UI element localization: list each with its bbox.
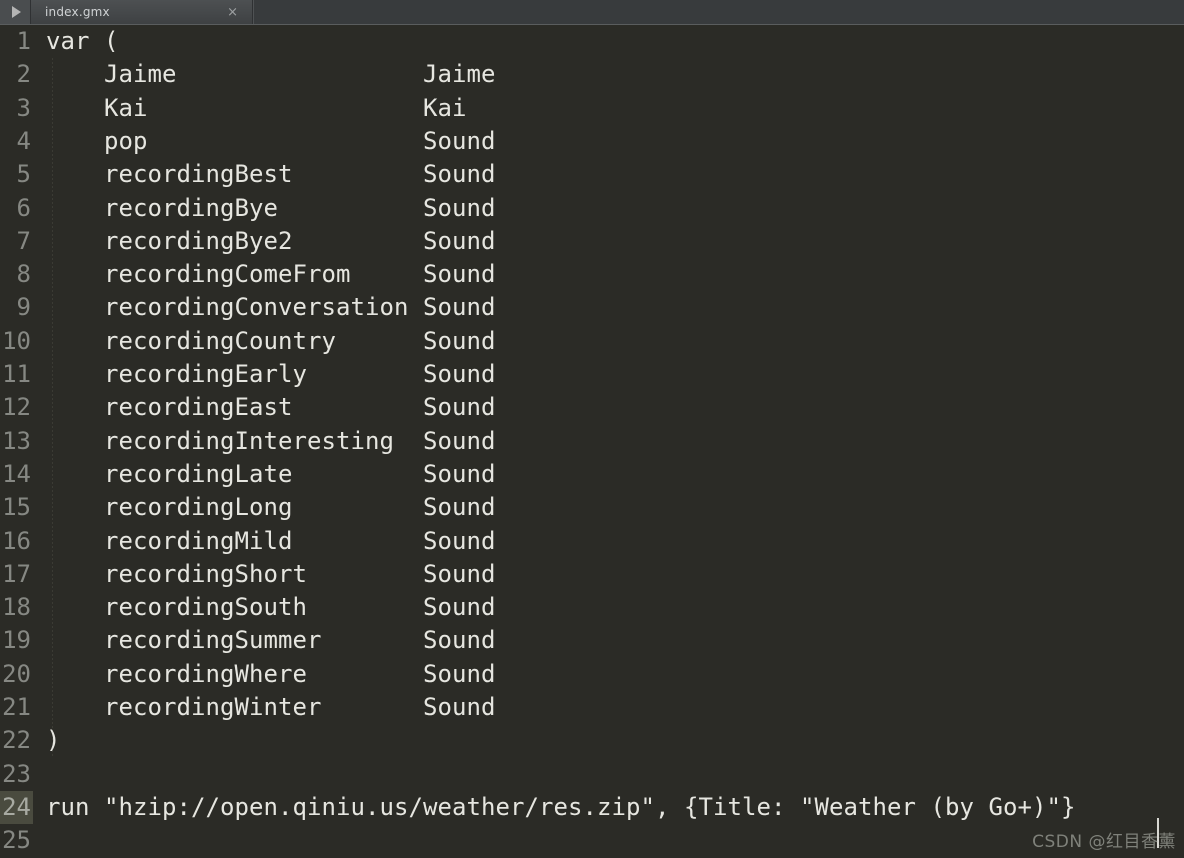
line-number: 3 [16,93,31,122]
tab-index-gmx[interactable]: index.gmx × [31,0,253,24]
code-editor[interactable]: 1 var (2 Jaime Jaime 3 Kai Kai 4 pop Sound 5… [0,25,1184,858]
line-number: 15 [2,493,31,522]
code-text: ) [46,726,61,755]
code-text: Kai Kai [46,93,467,122]
code-text: recordingInteresting Sound [46,426,496,455]
code-line[interactable]: 12 recordingEast Sound [0,391,1184,424]
code-text: recordingCountry Sound [46,326,496,355]
code-text: recordingLong Sound [46,493,496,522]
code-line[interactable]: 18 recordingSouth Sound [0,591,1184,624]
code-line[interactable]: 4 pop Sound [0,125,1184,158]
code-line[interactable]: 22) [0,724,1184,757]
line-number: 8 [16,260,31,289]
line-number: 17 [2,559,31,588]
code-line[interactable]: 23 [0,758,1184,791]
code-text: recordingComeFrom Sound [46,260,496,289]
line-number: 19 [2,626,31,655]
code-text: recordingWhere Sound [46,659,496,688]
code-text: pop Sound [46,126,496,155]
line-number: 16 [2,526,31,555]
line-number: 10 [2,326,31,355]
line-number: 21 [2,693,31,721]
line-number: 11 [2,360,31,388]
code-text: recordingSummer Sound [46,626,496,655]
line-number: 14 [2,459,31,488]
line-number: 1 [16,27,31,55]
line-number: 22 [2,726,31,755]
code-text: recordingShort Sound [46,559,496,588]
play-triangle-icon [11,6,21,18]
code-text: var ( [46,27,119,55]
code-line[interactable]: 21 recordingWinter Sound [0,691,1184,724]
line-number: 2 [16,60,31,89]
tab-label: index.gmx [45,5,110,19]
code-line[interactable]: 3 Kai Kai [0,92,1184,125]
code-line[interactable]: 17 recordingShort Sound [0,558,1184,591]
line-number: 13 [2,426,31,455]
line-number: 18 [2,593,31,622]
line-number: 23 [2,759,31,788]
code-text: recordingEast Sound [46,393,496,422]
code-text: recordingSouth Sound [46,593,496,622]
code-text: recordingBye2 Sound [46,226,496,255]
line-number: 7 [16,226,31,255]
code-line[interactable]: 8 recordingComeFrom Sound [0,258,1184,291]
tab-bar-empty-area [253,0,1184,24]
code-text: Jaime Jaime [46,60,496,89]
code-text: recordingWinter Sound [46,693,496,721]
code-line[interactable]: 11 recordingEarly Sound [0,358,1184,391]
code-line[interactable]: 19 recordingSummer Sound [0,624,1184,657]
line-number: 12 [2,393,31,422]
editor-window: index.gmx × 1 var (2 Jaime Jaime 3 Kai Kai… [0,0,1184,858]
code-line[interactable]: 13 recordingInteresting Sound [0,425,1184,458]
line-number: 25 [2,826,31,855]
code-line[interactable]: 1 var ( [0,25,1184,58]
line-number: 9 [16,293,31,322]
code-line[interactable]: 5 recordingBest Sound [0,158,1184,191]
code-text: recordingMild Sound [46,526,496,555]
line-number: 4 [16,126,31,155]
text-caret [1157,818,1159,848]
code-text: recordingEarly Sound [46,360,496,388]
tab-bar: index.gmx × [0,0,1184,25]
code-text: recordingBest Sound [46,160,496,189]
code-text: recordingBye Sound [46,193,496,222]
close-icon[interactable]: × [227,6,244,19]
line-number: 24 [0,790,33,825]
line-number: 6 [16,193,31,222]
code-line[interactable]: 20 recordingWhere Sound [0,658,1184,691]
line-number: 20 [2,659,31,688]
code-line[interactable]: 25 [0,824,1184,857]
code-line[interactable]: 9 recordingConversation Sound [0,291,1184,324]
code-line[interactable]: 2 Jaime Jaime [0,58,1184,91]
code-line[interactable]: 16 recordingMild Sound [0,525,1184,558]
code-line[interactable]: 7 recordingBye2 Sound [0,225,1184,258]
code-line[interactable]: 14 recordingLate Sound [0,458,1184,491]
code-line[interactable]: 10 recordingCountry Sound [0,325,1184,358]
code-line[interactable]: 24 run "hzip://open.qiniu.us/weather/res.… [0,790,1184,825]
code-text: recordingConversation Sound [46,293,496,322]
run-button[interactable] [0,0,31,24]
code-line[interactable]: 15 recordingLong Sound [0,491,1184,524]
line-number: 5 [16,160,31,189]
code-text: run "hzip://open.qiniu.us/weather/res.zi… [46,792,1076,821]
code-line[interactable]: 6 recordingBye Sound [0,192,1184,225]
code-text: recordingLate Sound [46,459,496,488]
